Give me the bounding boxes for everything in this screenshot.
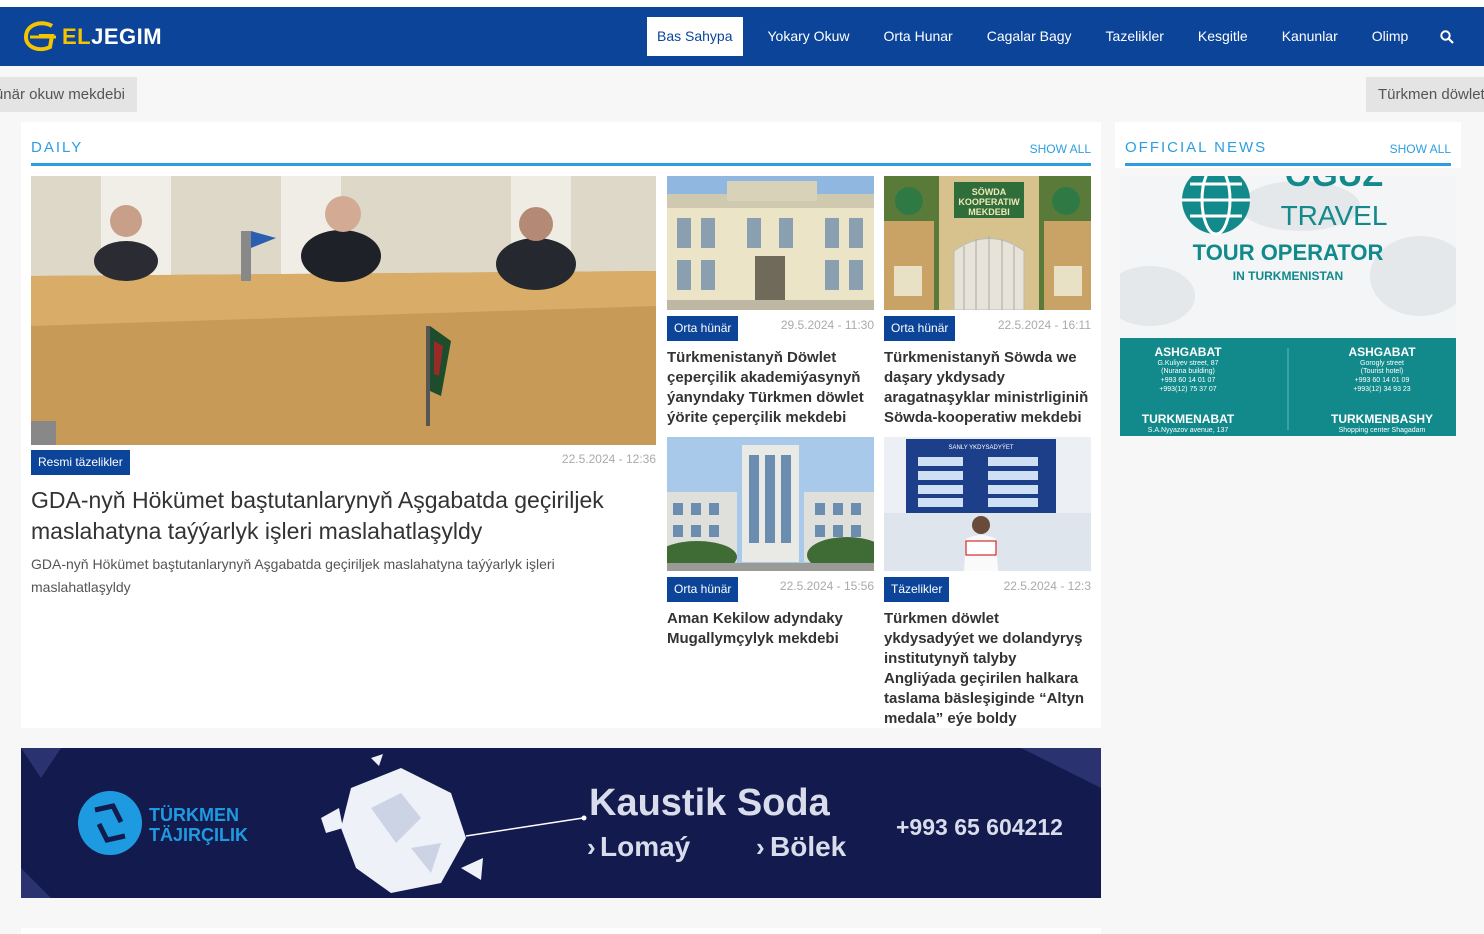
svg-text:ASHGABAT: ASHGABAT xyxy=(1154,345,1222,359)
article-date: 22.5.2024 - 12:36 xyxy=(561,452,656,466)
banner-product: Kaustik Soda xyxy=(589,782,831,824)
top-strip xyxy=(0,0,1484,7)
article-title[interactable]: Türkmenistanyň Söwda we daşary ykdysady … xyxy=(884,348,1091,428)
category-badge[interactable]: Orta hünär xyxy=(667,577,739,602)
banner-graphic: TÜRKMEN TÄJIRÇILIK Kaustik Soda › Lomaý … xyxy=(21,748,1101,898)
banner-company-line2: TÄJIRÇILIK xyxy=(149,825,248,845)
article-image[interactable]: SANLY YKDYSADYÝET xyxy=(884,437,1091,571)
svg-text:SANLY YKDYSADYÝET: SANLY YKDYSADYÝET xyxy=(948,444,1013,451)
article-title[interactable]: Türkmen döwlet ykdysadyýet we dolandyryş… xyxy=(884,609,1091,729)
svg-text:Shopping center Shagadam: Shopping center Shagadam xyxy=(1339,427,1426,434)
news-ticker: hünär okuw mekdebi Türkmen döwlet xyxy=(0,77,1484,112)
article-image[interactable] xyxy=(667,176,874,310)
article-image[interactable] xyxy=(667,437,874,571)
ticker-item[interactable]: Türkmen döwlet xyxy=(1366,77,1484,112)
nav-item-kesgitle[interactable]: Kesgitle xyxy=(1181,17,1265,56)
ad-brand-top: OGUZ xyxy=(1285,176,1383,194)
search-icon xyxy=(1440,29,1455,44)
category-badge[interactable]: Orta hünär xyxy=(884,316,956,341)
article-date: 29.5.2024 - 11:30 xyxy=(780,318,874,332)
svg-text:+993(12) 75 37 07: +993(12) 75 37 07 xyxy=(1159,386,1217,393)
section-title: OFFICIAL NEWS xyxy=(1125,139,1268,156)
svg-text:TURKMENBASHY: TURKMENBASHY xyxy=(1331,412,1433,426)
oguz-travel-ad[interactable]: OGUZ TRAVEL TOUR OPERATOR IN TURKMENISTA… xyxy=(1120,176,1456,436)
nav-item-orta-hunar[interactable]: Orta Hunar xyxy=(866,17,969,56)
main-article-description: GDA-nyň Hökümet baştutanlarynyň Aşgabatd… xyxy=(31,556,555,595)
school-building-photo xyxy=(667,437,874,571)
school-entrance-photo: SÖWDA KOOPERATIW MEKDEBI xyxy=(884,176,1091,310)
building-photo xyxy=(667,176,874,310)
ad-headline: TOUR OPERATOR xyxy=(1193,240,1384,265)
main-article-title[interactable]: GDA-nyň Hökümet baştutanlarynyň Aşgabatd… xyxy=(31,485,656,547)
article-image[interactable]: SÖWDA KOOPERATIW MEKDEBI xyxy=(884,176,1091,310)
search-button[interactable] xyxy=(1425,17,1469,56)
kaustik-soda-banner[interactable]: TÜRKMEN TÄJIRÇILIK Kaustik Soda › Lomaý … xyxy=(21,748,1101,898)
svg-text:KOOPERATIW: KOOPERATIW xyxy=(958,197,1020,207)
header-navbar: ELJEGIM Bas Sahypa Yokary Okuw Orta Huna… xyxy=(0,7,1484,66)
next-section-edge xyxy=(21,928,1101,934)
article-date: 22.5.2024 - 15:56 xyxy=(779,579,874,593)
banner-option-lomay: Lomaý xyxy=(600,831,691,862)
svg-text:S.A.Nyyazov avenue, 137: S.A.Nyyazov avenue, 137 xyxy=(1148,427,1229,434)
article-date: 22.5.2024 - 12:3 xyxy=(1003,579,1091,593)
svg-text:TURKMENABAT: TURKMENABAT xyxy=(1142,412,1235,426)
ad-subline: IN TURKMENISTAN xyxy=(1233,269,1343,283)
nav-item-yokary-okuw[interactable]: Yokary Okuw xyxy=(751,17,867,56)
main-article-image[interactable] xyxy=(31,176,656,445)
show-all-link[interactable]: SHOW ALL xyxy=(1390,142,1451,156)
svg-text:›: › xyxy=(756,832,765,862)
daily-header: DAILY SHOW ALL xyxy=(31,122,1091,166)
logo-text: ELJEGIM xyxy=(62,24,163,49)
nav-item-olimp[interactable]: Olimp xyxy=(1355,17,1426,56)
travel-ad-graphic: OGUZ TRAVEL TOUR OPERATOR IN TURKMENISTA… xyxy=(1120,176,1456,436)
article-title[interactable]: Türkmenistanyň Döwlet çeperçilik akademi… xyxy=(667,348,874,428)
ticker-item[interactable]: hünär okuw mekdebi xyxy=(0,77,137,112)
category-badge[interactable]: Orta hünär xyxy=(667,316,739,341)
article-title[interactable]: Aman Kekilow adyndaky Mugallymçylyk mekd… xyxy=(667,609,874,649)
banner-company-line1: TÜRKMEN xyxy=(149,805,239,825)
student-photo: SANLY YKDYSADYÝET xyxy=(884,437,1091,571)
svg-text:(Tourist hotel): (Tourist hotel) xyxy=(1361,368,1403,375)
banner-phone: +993 65 604212 xyxy=(896,814,1063,840)
banner-option-bolek: Bölek xyxy=(770,831,847,862)
official-news-header: OFFICIAL NEWS SHOW ALL xyxy=(1125,122,1451,166)
svg-text:(Nurana building): (Nurana building) xyxy=(1161,368,1215,375)
svg-text:ASHGABAT: ASHGABAT xyxy=(1348,345,1416,359)
svg-text:+993(12) 34 93 23: +993(12) 34 93 23 xyxy=(1353,386,1411,393)
article-date: 22.5.2024 - 16:11 xyxy=(997,318,1091,332)
meeting-photo xyxy=(31,176,656,445)
main-nav: Bas Sahypa Yokary Okuw Orta Hunar Cagala… xyxy=(647,17,1469,56)
section-title: DAILY xyxy=(31,139,84,156)
svg-text:+993 60 14 01 07: +993 60 14 01 07 xyxy=(1161,377,1216,384)
show-all-link[interactable]: SHOW ALL xyxy=(1030,142,1091,156)
svg-text:Gorogly street: Gorogly street xyxy=(1360,360,1404,367)
svg-text:›: › xyxy=(587,832,596,862)
nav-item-kanunlar[interactable]: Kanunlar xyxy=(1265,17,1355,56)
nav-item-tazelikler[interactable]: Tazelikler xyxy=(1089,17,1181,56)
svg-text:G.Kuliyev street, 87: G.Kuliyev street, 87 xyxy=(1157,360,1218,367)
svg-text:+993 60 14 01 09: +993 60 14 01 09 xyxy=(1355,377,1410,384)
nav-item-cagalar-bagy[interactable]: Cagalar Bagy xyxy=(970,17,1089,56)
nav-item-bas-sahypa[interactable]: Bas Sahypa xyxy=(647,17,743,56)
site-logo[interactable]: ELJEGIM xyxy=(22,20,162,54)
svg-text:MEKDEBI: MEKDEBI xyxy=(968,207,1010,217)
category-badge[interactable]: Täzelikler xyxy=(884,577,950,602)
logo-mark-icon xyxy=(23,21,56,52)
category-badge[interactable]: Resmi täzelikler xyxy=(31,450,130,475)
sign-text: SÖWDA xyxy=(972,187,1007,197)
ad-brand-bottom: TRAVEL xyxy=(1281,200,1388,231)
